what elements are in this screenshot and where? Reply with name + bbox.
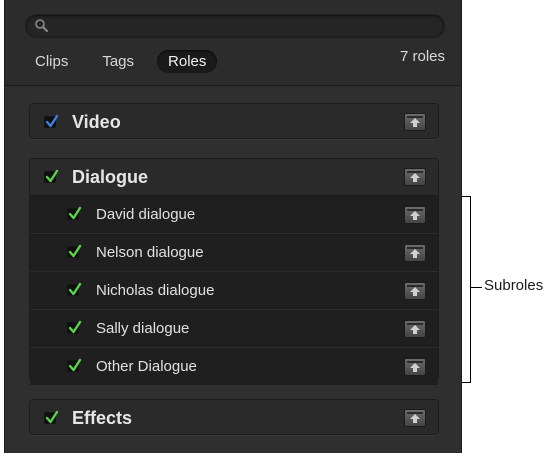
- subroles-callout: Subroles: [484, 277, 544, 294]
- checkmark-icon: [45, 169, 59, 183]
- collapse-icon[interactable]: [404, 113, 426, 131]
- subrole-row: Other Dialogue: [30, 347, 438, 385]
- role-header-effects: Effects: [30, 400, 438, 436]
- role-count: 7 roles: [399, 48, 445, 65]
- subrole-checkbox[interactable]: [67, 206, 82, 220]
- subrole-row: Nicholas dialogue: [30, 271, 438, 309]
- checkmark-icon: [68, 358, 82, 372]
- subrole-row: David dialogue: [30, 196, 438, 233]
- roles-index-panel: Clips Tags Roles 7 roles Video Dialogue: [4, 0, 462, 453]
- role-video: Video: [29, 103, 439, 139]
- subrole-label: David dialogue: [96, 206, 196, 223]
- subroles-bracket-tick: [470, 287, 482, 288]
- subrole-checkbox[interactable]: [67, 358, 82, 372]
- tab-tags[interactable]: Tags: [91, 50, 145, 73]
- role-checkbox-effects[interactable]: [44, 410, 59, 424]
- role-label-video: Video: [72, 112, 121, 132]
- collapse-icon[interactable]: [404, 168, 426, 186]
- subrole-label: Other Dialogue: [96, 358, 197, 375]
- subrole-checkbox[interactable]: [67, 244, 82, 258]
- collapse-icon[interactable]: [404, 358, 426, 376]
- subrole-label: Nicholas dialogue: [96, 282, 215, 299]
- role-label-effects: Effects: [72, 408, 133, 428]
- index-header: Clips Tags Roles 7 roles: [5, 0, 461, 86]
- collapse-icon[interactable]: [404, 244, 426, 262]
- tab-roles[interactable]: Roles: [157, 49, 218, 73]
- collapse-icon[interactable]: [404, 320, 426, 338]
- role-dialogue: Dialogue David dialogue Nelson dialogue …: [29, 158, 439, 385]
- subrole-label: Sally dialogue: [96, 320, 190, 337]
- collapse-icon[interactable]: [404, 206, 426, 224]
- role-checkbox-video[interactable]: [44, 114, 59, 128]
- subrole-checkbox[interactable]: [67, 282, 82, 296]
- search-field[interactable]: [25, 14, 445, 38]
- role-header-dialogue: Dialogue: [30, 159, 438, 195]
- checkmark-icon: [45, 410, 59, 424]
- subroles-list: David dialogue Nelson dialogue Nicholas …: [30, 195, 438, 385]
- tab-clips[interactable]: Clips: [25, 50, 79, 73]
- checkmark-icon: [45, 114, 59, 128]
- role-label-dialogue: Dialogue: [72, 167, 149, 187]
- subrole-row: Nelson dialogue: [30, 233, 438, 271]
- subrole-label: Nelson dialogue: [96, 244, 204, 261]
- collapse-icon[interactable]: [404, 409, 426, 427]
- subroles-bracket: [462, 196, 471, 383]
- role-effects: Effects: [29, 399, 439, 435]
- index-tabs: Clips Tags Roles: [25, 49, 229, 73]
- collapse-icon[interactable]: [404, 282, 426, 300]
- subrole-checkbox[interactable]: [67, 320, 82, 334]
- checkmark-icon: [68, 282, 82, 296]
- role-checkbox-dialogue[interactable]: [44, 169, 59, 183]
- checkmark-icon: [68, 320, 82, 334]
- role-header-video: Video: [30, 104, 438, 140]
- subrole-row: Sally dialogue: [30, 309, 438, 347]
- checkmark-icon: [68, 244, 82, 258]
- search-icon: [34, 18, 50, 34]
- checkmark-icon: [68, 206, 82, 220]
